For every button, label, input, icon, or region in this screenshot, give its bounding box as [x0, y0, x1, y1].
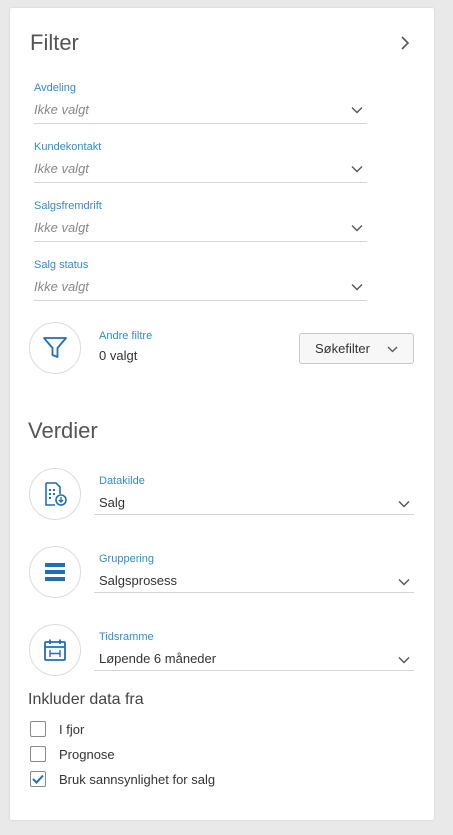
chevron-right-icon[interactable]: [397, 35, 413, 51]
filter-title: Filter: [30, 30, 79, 55]
department-dropdown[interactable]: Avdeling Ikke valgt: [34, 82, 367, 124]
probability-label: Bruk sannsynlighet for salg: [59, 771, 216, 787]
sales-progress-dropdown[interactable]: Salgsfremdrift Ikke valgt: [34, 200, 367, 242]
search-filter-button[interactable]: Søkefilter: [299, 333, 414, 364]
other-filters-count: 0 valgt: [99, 348, 138, 363]
grouping-icon: [45, 563, 65, 581]
include-probability-option[interactable]: Bruk sannsynlighet for salg: [30, 770, 215, 788]
timeframe-label: Tidsramme: [99, 631, 154, 643]
timeframe-value: Løpende 6 måneder: [99, 651, 217, 666]
chevron-down-icon: [351, 166, 363, 173]
datasource-value: Salg: [99, 495, 126, 510]
chevron-down-icon: [351, 284, 363, 291]
funnel-icon-circle[interactable]: [29, 322, 81, 374]
last-year-label: I fjor: [59, 721, 85, 737]
datasource-icon-circle: [29, 468, 81, 520]
chevron-down-icon: [398, 657, 410, 664]
filter-panel: Filter Avdeling Ikke valgt Kundekontakt …: [10, 8, 434, 820]
include-forecast-option[interactable]: Prognose: [30, 745, 115, 763]
other-filters-label: Andre filtre: [99, 330, 153, 342]
chevron-down-icon: [351, 107, 363, 114]
customer-contact-value: Ikke valgt: [34, 161, 89, 176]
search-filter-label: Søkefilter: [315, 341, 370, 356]
timeframe-icon-circle: [29, 624, 81, 676]
datasource-label: Datakilde: [99, 475, 145, 487]
sales-status-value: Ikke valgt: [34, 279, 89, 294]
sales-status-dropdown[interactable]: Salg status Ikke valgt: [34, 259, 367, 301]
sales-status-label: Salg status: [34, 259, 89, 271]
department-label: Avdeling: [34, 82, 76, 94]
forecast-label: Prognose: [59, 746, 115, 762]
sales-progress-value: Ikke valgt: [34, 220, 89, 235]
grouping-label: Gruppering: [99, 553, 155, 565]
chevron-down-icon: [387, 346, 398, 353]
grouping-value: Salgsprosess: [99, 573, 178, 588]
probability-checkbox[interactable]: [30, 771, 46, 787]
checkmark-icon: [32, 774, 44, 784]
chevron-down-icon: [398, 579, 410, 586]
include-last-year-option[interactable]: I fjor: [30, 720, 84, 738]
customer-contact-label: Kundekontakt: [34, 141, 102, 153]
department-value: Ikke valgt: [34, 102, 89, 117]
funnel-icon: [43, 337, 67, 358]
chevron-down-icon: [398, 501, 410, 508]
include-data-title: Inkluder data fra: [28, 691, 144, 708]
datasource-dropdown[interactable]: Datakilde Salg: [94, 475, 414, 515]
grouping-icon-circle: [29, 546, 81, 598]
calendar-icon: [44, 639, 66, 661]
datasource-icon: [45, 482, 67, 506]
values-title: Verdier: [28, 418, 98, 443]
sales-progress-label: Salgsfremdrift: [34, 200, 102, 212]
grouping-dropdown[interactable]: Gruppering Salgsprosess: [94, 553, 414, 593]
timeframe-dropdown[interactable]: Tidsramme Løpende 6 måneder: [94, 631, 414, 671]
chevron-down-icon: [351, 225, 363, 232]
forecast-checkbox[interactable]: [30, 746, 46, 762]
last-year-checkbox[interactable]: [30, 721, 46, 737]
customer-contact-dropdown[interactable]: Kundekontakt Ikke valgt: [34, 141, 367, 183]
